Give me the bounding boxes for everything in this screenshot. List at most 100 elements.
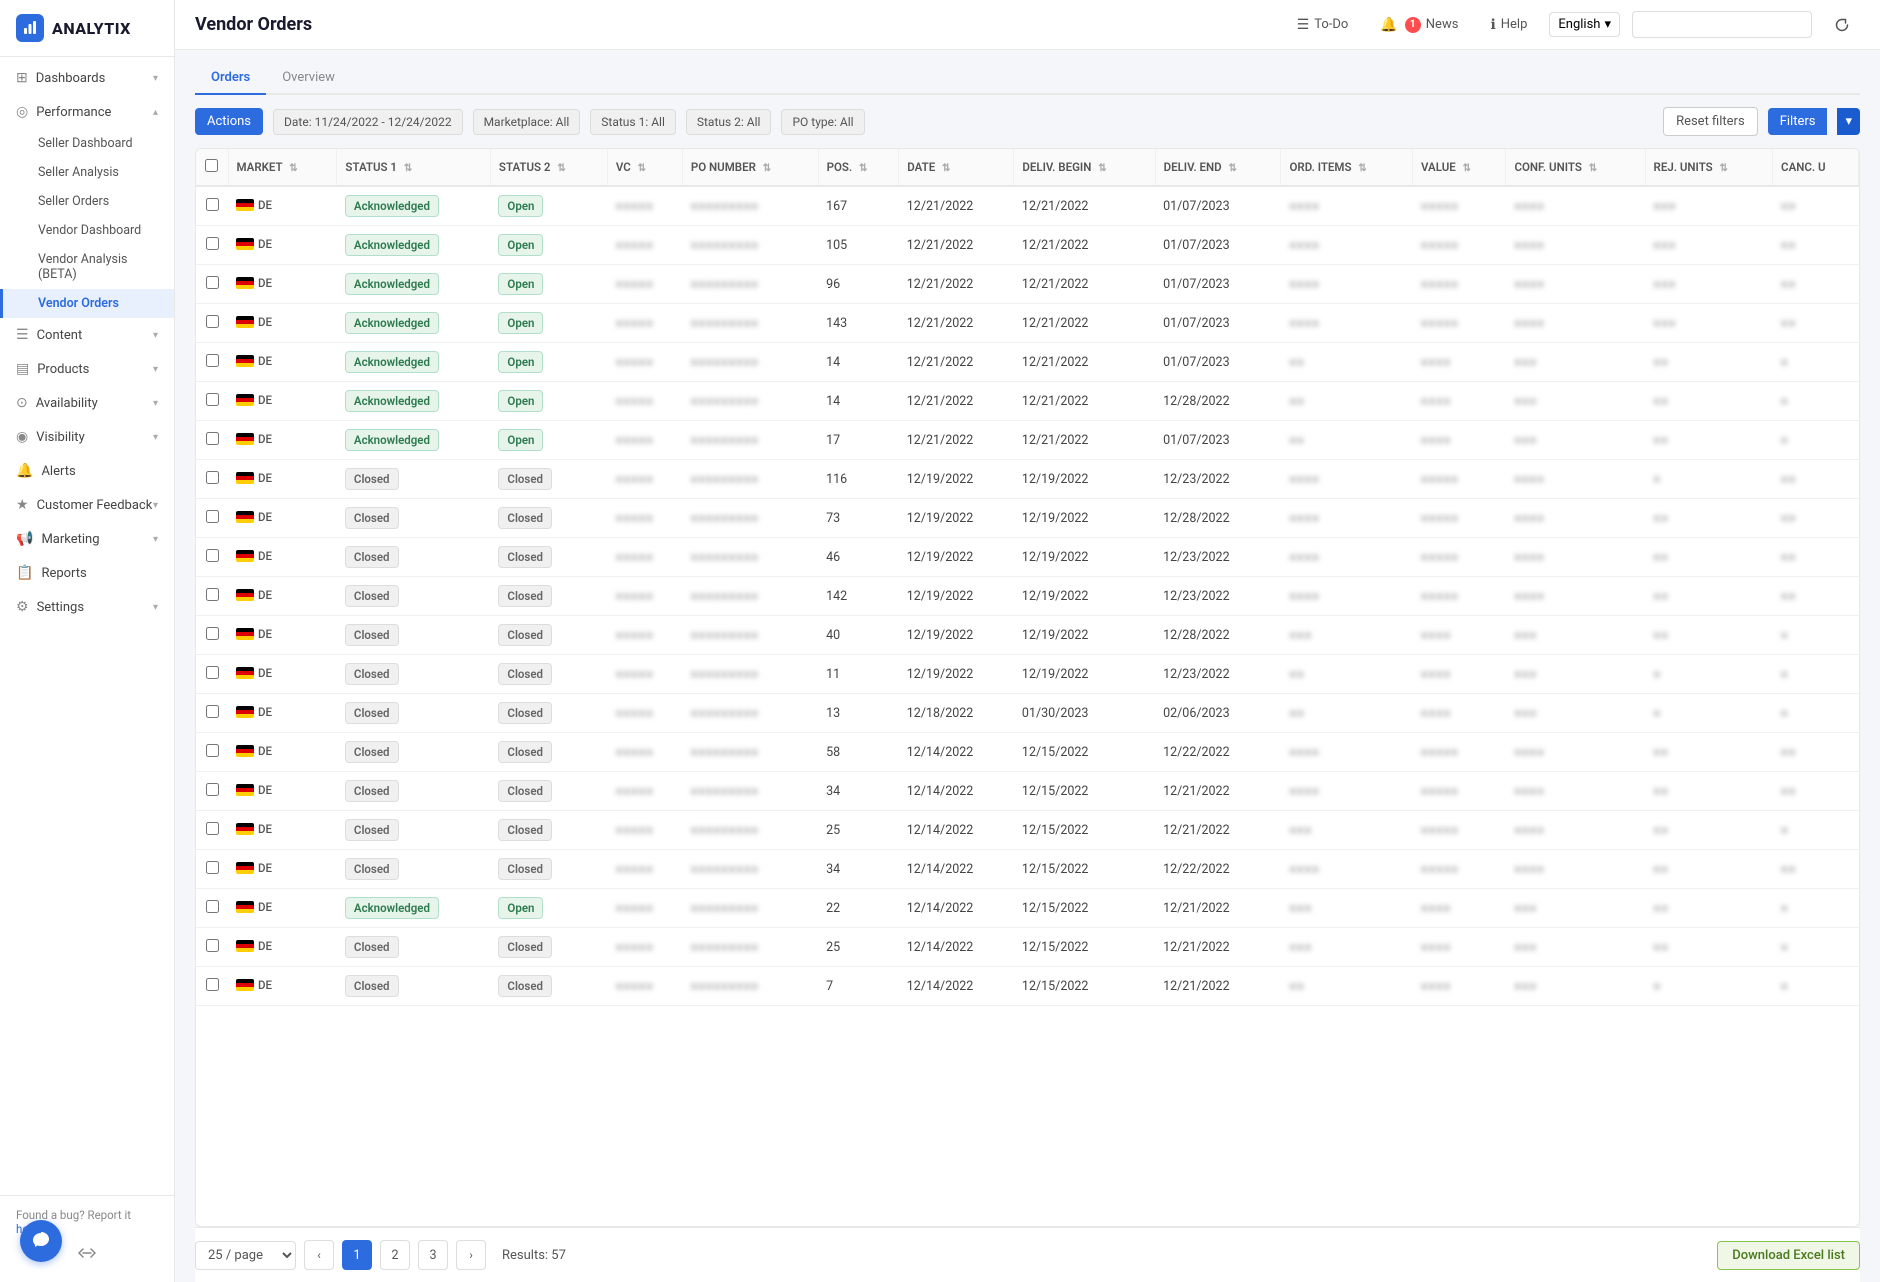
col-pos[interactable]: POS. ⇅ — [818, 149, 899, 186]
date-filter[interactable]: Date: 11/24/2022 - 12/24/2022 — [273, 109, 463, 135]
tab-orders[interactable]: Orders — [195, 62, 266, 95]
page-1-button[interactable]: 1 — [342, 1240, 372, 1270]
col-deliv-begin[interactable]: DELIV. BEGIN ⇅ — [1014, 149, 1155, 186]
col-status2[interactable]: STATUS 2 ⇅ — [490, 149, 607, 186]
table-row[interactable]: DE Acknowledged Open ●●●●● ●●●●●●●●● 14 … — [196, 343, 1859, 382]
status1-filter[interactable]: Status 1: All — [590, 109, 676, 135]
chat-button[interactable] — [20, 1220, 62, 1262]
table-row[interactable]: DE Closed Closed ●●●●● ●●●●●●●●● 40 12/1… — [196, 616, 1859, 655]
table-row[interactable]: DE Closed Closed ●●●●● ●●●●●●●●● 58 12/1… — [196, 733, 1859, 772]
nav-dashboards[interactable]: ⊞ Dashboards ▾ — [0, 61, 174, 95]
download-excel-button[interactable]: Download Excel list — [1717, 1241, 1860, 1270]
page-2-button[interactable]: 2 — [380, 1240, 410, 1270]
next-page-button[interactable]: › — [456, 1240, 486, 1270]
table-row[interactable]: DE Closed Closed ●●●●● ●●●●●●●●● 34 12/1… — [196, 772, 1859, 811]
nav-customer-feedback[interactable]: ★ Customer Feedback ▾ — [0, 488, 174, 522]
row-checkbox[interactable] — [206, 432, 219, 445]
filters-button[interactable]: Filters — [1768, 108, 1828, 135]
row-checkbox[interactable] — [206, 588, 219, 601]
status2-filter[interactable]: Status 2: All — [686, 109, 772, 135]
reset-filters-button[interactable]: Reset filters — [1663, 107, 1758, 136]
row-checkbox[interactable] — [206, 744, 219, 757]
table-row[interactable]: DE Closed Closed ●●●●● ●●●●●●●●● 25 12/1… — [196, 928, 1859, 967]
row-checkbox[interactable] — [206, 822, 219, 835]
filters-dropdown-button[interactable]: ▾ — [1837, 108, 1860, 135]
table-row[interactable]: DE Closed Closed ●●●●● ●●●●●●●●● 7 12/14… — [196, 967, 1859, 1006]
col-checkbox[interactable] — [196, 149, 228, 186]
sidebar-item-vendor-analysis[interactable]: Vendor Analysis (BETA) — [0, 245, 174, 289]
row-checkbox[interactable] — [206, 900, 219, 913]
row-checkbox[interactable] — [206, 198, 219, 211]
nav-reports[interactable]: 📋 Reports — [0, 556, 174, 590]
nav-marketing[interactable]: 📢 Marketing ▾ — [0, 522, 174, 556]
row-checkbox[interactable] — [206, 783, 219, 796]
table-row[interactable]: DE Closed Closed ●●●●● ●●●●●●●●● 46 12/1… — [196, 538, 1859, 577]
table-row[interactable]: DE Acknowledged Open ●●●●● ●●●●●●●●● 22 … — [196, 889, 1859, 928]
row-checkbox[interactable] — [206, 393, 219, 406]
col-ord-items[interactable]: ORD. ITEMS ⇅ — [1281, 149, 1412, 186]
page-3-button[interactable]: 3 — [418, 1240, 448, 1270]
nav-performance[interactable]: ◎ Performance ▴ — [0, 95, 174, 129]
nav-visibility[interactable]: ◉ Visibility ▾ — [0, 420, 174, 454]
refresh-button[interactable] — [1824, 12, 1860, 38]
select-all-checkbox[interactable] — [205, 159, 218, 172]
marketplace-filter[interactable]: Marketplace: All — [473, 109, 581, 135]
row-checkbox[interactable] — [206, 510, 219, 523]
per-page-select[interactable]: 25 / page 10 / page 50 / page 100 / page — [195, 1241, 296, 1270]
search-input[interactable] — [1632, 11, 1812, 38]
row-checkbox[interactable] — [206, 354, 219, 367]
row-checkbox[interactable] — [206, 549, 219, 562]
row-checkbox[interactable] — [206, 666, 219, 679]
sidebar-item-seller-analysis[interactable]: Seller Analysis — [0, 158, 174, 187]
row-checkbox[interactable] — [206, 861, 219, 874]
col-vc[interactable]: VC ⇅ — [607, 149, 682, 186]
row-checkbox[interactable] — [206, 315, 219, 328]
table-row[interactable]: DE Acknowledged Open ●●●●● ●●●●●●●●● 17 … — [196, 421, 1859, 460]
row-checkbox[interactable] — [206, 939, 219, 952]
row-checkbox[interactable] — [206, 627, 219, 640]
row-checkbox[interactable] — [206, 471, 219, 484]
language-selector[interactable]: English ▾ — [1549, 12, 1620, 37]
tab-overview[interactable]: Overview — [266, 62, 351, 95]
col-market[interactable]: MARKET ⇅ — [228, 149, 337, 186]
table-row[interactable]: DE Closed Closed ●●●●● ●●●●●●●●● 142 12/… — [196, 577, 1859, 616]
sidebar-item-seller-dashboard[interactable]: Seller Dashboard — [0, 129, 174, 158]
col-deliv-end[interactable]: DELIV. END ⇅ — [1155, 149, 1281, 186]
nav-availability[interactable]: ⊙ Availability ▾ — [0, 386, 174, 420]
row-checkbox[interactable] — [206, 237, 219, 250]
table-row[interactable]: DE Closed Closed ●●●●● ●●●●●●●●● 13 12/1… — [196, 694, 1859, 733]
table-row[interactable]: DE Closed Closed ●●●●● ●●●●●●●●● 73 12/1… — [196, 499, 1859, 538]
table-row[interactable]: DE Closed Closed ●●●●● ●●●●●●●●● 116 12/… — [196, 460, 1859, 499]
col-canc-u[interactable]: CANC. U — [1773, 149, 1859, 186]
table-row[interactable]: DE Closed Closed ●●●●● ●●●●●●●●● 25 12/1… — [196, 811, 1859, 850]
nav-settings[interactable]: ⚙ Settings ▾ — [0, 590, 174, 624]
po-type-filter[interactable]: PO type: All — [781, 109, 864, 135]
sidebar-item-vendor-orders[interactable]: Vendor Orders — [0, 289, 174, 318]
col-conf-units[interactable]: CONF. UNITS ⇅ — [1506, 149, 1645, 186]
row-checkbox[interactable] — [206, 978, 219, 991]
row-checkbox[interactable] — [206, 705, 219, 718]
table-row[interactable]: DE Acknowledged Open ●●●●● ●●●●●●●●● 14 … — [196, 382, 1859, 421]
news-button[interactable]: 🔔 1 News — [1370, 12, 1468, 38]
nav-content[interactable]: ☰ Content ▾ — [0, 318, 174, 352]
nav-alerts[interactable]: 🔔 Alerts — [0, 454, 174, 488]
sidebar-item-vendor-dashboard[interactable]: Vendor Dashboard — [0, 216, 174, 245]
table-row[interactable]: DE Acknowledged Open ●●●●● ●●●●●●●●● 167… — [196, 186, 1859, 226]
sidebar-item-seller-orders[interactable]: Seller Orders — [0, 187, 174, 216]
table-row[interactable]: DE Acknowledged Open ●●●●● ●●●●●●●●● 96 … — [196, 265, 1859, 304]
table-row[interactable]: DE Closed Closed ●●●●● ●●●●●●●●● 34 12/1… — [196, 850, 1859, 889]
col-status1[interactable]: STATUS 1 ⇅ — [337, 149, 491, 186]
table-row[interactable]: DE Acknowledged Open ●●●●● ●●●●●●●●● 105… — [196, 226, 1859, 265]
actions-button[interactable]: Actions — [195, 108, 263, 135]
help-button[interactable]: ℹ Help — [1480, 12, 1537, 38]
col-date[interactable]: DATE ⇅ — [899, 149, 1014, 186]
nav-products[interactable]: ▤ Products ▾ — [0, 352, 174, 386]
col-value[interactable]: VALUE ⇅ — [1412, 149, 1505, 186]
table-row[interactable]: DE Closed Closed ●●●●● ●●●●●●●●● 11 12/1… — [196, 655, 1859, 694]
col-po-number[interactable]: PO NUMBER ⇅ — [682, 149, 818, 186]
col-rej-units[interactable]: REJ. UNITS ⇅ — [1645, 149, 1773, 186]
todo-button[interactable]: ☰ To-Do — [1287, 12, 1359, 38]
row-checkbox[interactable] — [206, 276, 219, 289]
table-row[interactable]: DE Acknowledged Open ●●●●● ●●●●●●●●● 143… — [196, 304, 1859, 343]
prev-page-button[interactable]: ‹ — [304, 1240, 334, 1270]
